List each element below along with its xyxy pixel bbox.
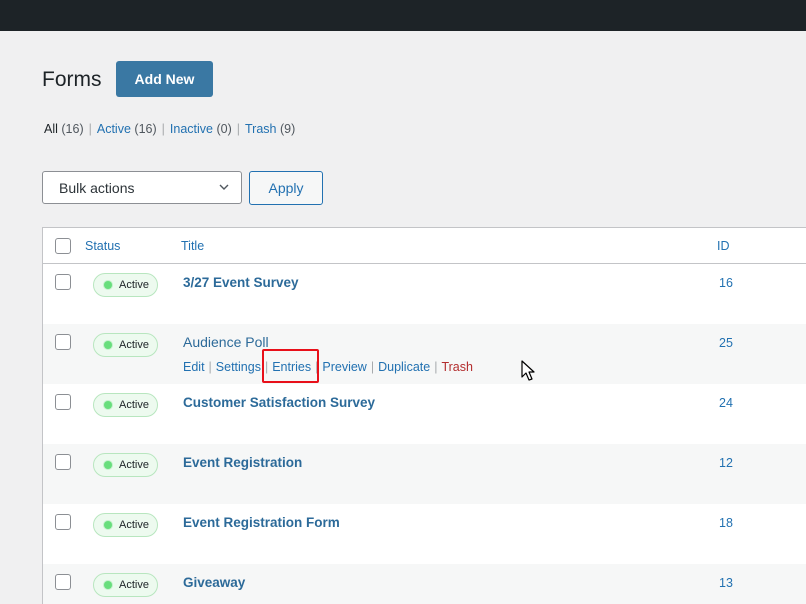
active-dot-icon [104,461,112,469]
status-badge[interactable]: Active [93,573,158,597]
mouse-cursor-icon [521,360,535,381]
trash-link[interactable]: Trash [441,360,473,374]
apply-button[interactable]: Apply [249,171,323,205]
separator: | [161,122,165,136]
active-dot-icon [104,581,112,589]
form-title-link[interactable]: Customer Satisfaction Survey [183,395,375,410]
form-id: 18 [719,516,733,530]
form-id: 12 [719,456,733,470]
chevron-down-icon [219,184,229,190]
table-row: Active Event Registration Form 18 [43,504,806,564]
status-badge[interactable]: Active [93,513,158,537]
admin-bar [0,0,806,31]
row-checkbox[interactable] [55,514,71,530]
form-title-link[interactable]: Event Registration [183,455,302,470]
bulk-actions-value: Bulk actions [59,179,135,196]
column-status[interactable]: Status [85,239,120,253]
active-dot-icon [104,401,112,409]
edit-link[interactable]: Edit [183,360,205,374]
column-title[interactable]: Title [181,239,204,253]
row-checkbox[interactable] [55,274,71,290]
row-checkbox[interactable] [55,394,71,410]
row-checkbox[interactable] [55,574,71,590]
add-new-button[interactable]: Add New [116,61,213,97]
filter-inactive[interactable]: Inactive (0) [170,122,232,136]
separator: | [88,122,92,136]
form-title-link[interactable]: Audience Poll [183,334,269,350]
row-checkbox[interactable] [55,334,71,350]
form-title-link[interactable]: 3/27 Event Survey [183,275,299,290]
entries-highlight-box [262,349,319,383]
table-row: Active Audience Poll 25 Edit | Settings | En… [43,324,806,384]
filter-active[interactable]: Active (16) [97,122,157,136]
status-filter-links: All (16) | Active (16) | Inactive (0) | Trash … [44,122,295,136]
form-id: 13 [719,576,733,590]
form-id: 24 [719,396,733,410]
status-badge[interactable]: Active [93,273,158,297]
form-title-link[interactable]: Event Registration Form [183,515,340,530]
table-row: Active Event Registration 12 [43,444,806,504]
active-dot-icon [104,341,112,349]
page-title: Forms [42,68,102,91]
forms-table: Status Title ID Active 3/27 Event Survey… [42,227,806,604]
form-title-link[interactable]: Giveaway [183,575,245,590]
filter-all[interactable]: All (16) [44,122,84,136]
row-checkbox[interactable] [55,454,71,470]
active-dot-icon [104,521,112,529]
table-row: Active 3/27 Event Survey 16 [43,264,806,324]
row-actions: Edit | Settings | Entries | Preview | Duplicate |… [183,360,473,374]
bulk-actions-select[interactable]: Bulk actions [42,171,242,204]
status-badge[interactable]: Active [93,393,158,417]
form-id: 25 [719,336,733,350]
settings-link[interactable]: Settings [216,360,261,374]
status-badge[interactable]: Active [93,453,158,477]
table-row: Active Customer Satisfaction Survey 24 [43,384,806,444]
status-badge[interactable]: Active [93,333,158,357]
filter-trash[interactable]: Trash (9) [245,122,295,136]
separator: | [236,122,240,136]
table-row: Active Giveaway 13 [43,564,806,604]
preview-link[interactable]: Preview [322,360,366,374]
form-id: 16 [719,276,733,290]
active-dot-icon [104,281,112,289]
duplicate-link[interactable]: Duplicate [378,360,430,374]
column-id[interactable]: ID [717,239,730,253]
table-header: Status Title ID [43,228,806,264]
select-all-checkbox[interactable] [55,238,71,254]
